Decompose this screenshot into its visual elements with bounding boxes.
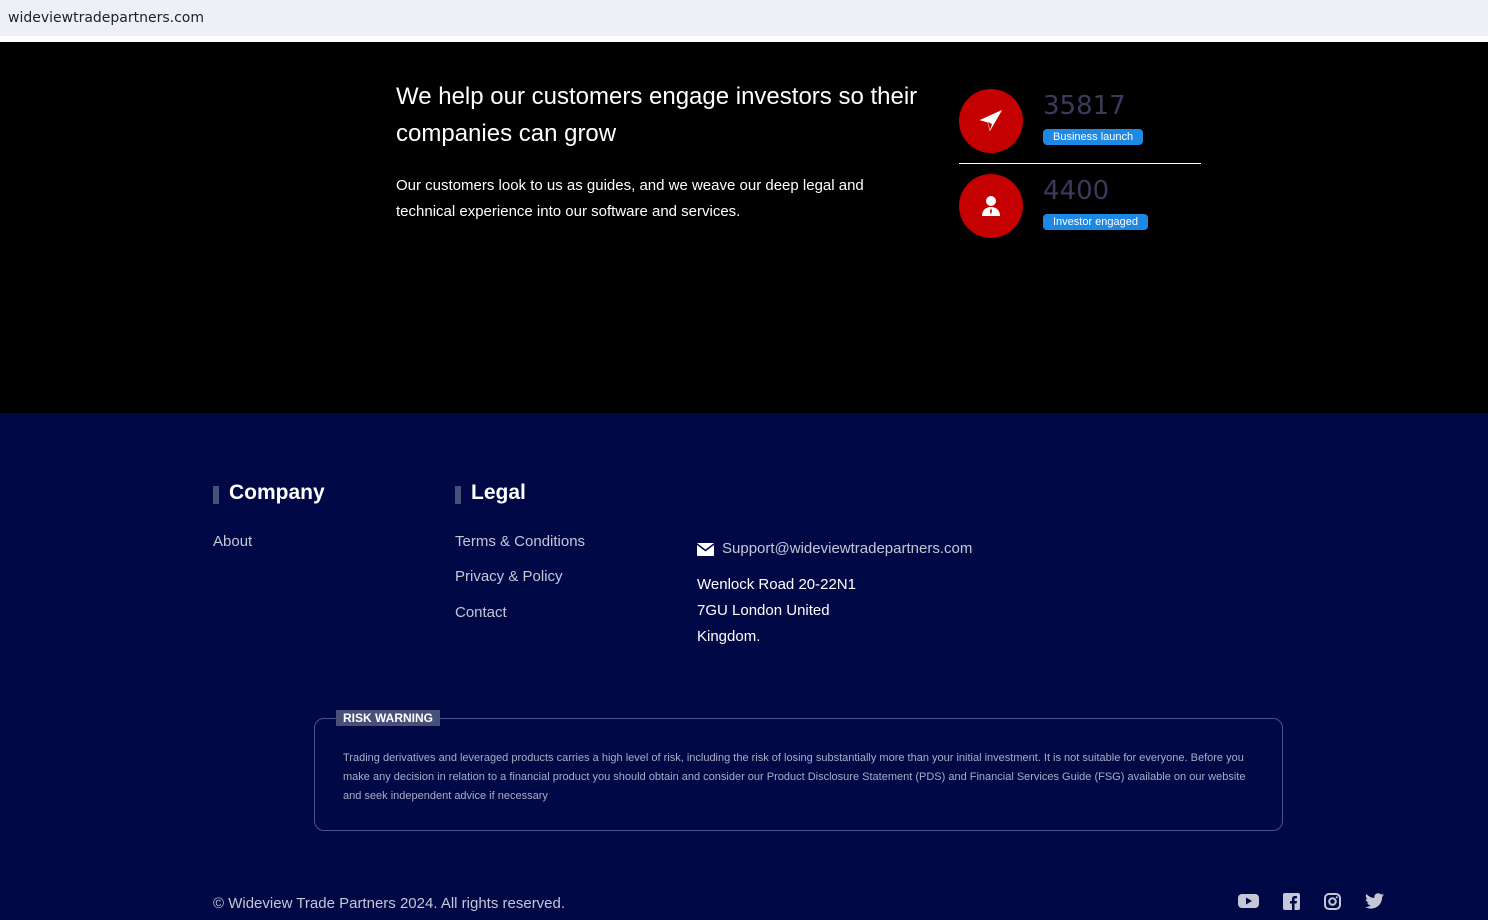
company-title: Company [213,481,325,505]
legal-title: Legal [455,481,526,505]
stat-icon-circle [959,174,1023,238]
stat-value: 4400 [1043,176,1110,206]
email-text: Support@wideviewtradepartners.com [722,540,973,557]
user-tie-icon [982,196,1000,216]
envelope-icon [696,542,715,556]
stat-badge: Investor engaged [1043,214,1149,230]
footer-link-terms[interactable]: Terms & Conditions [455,533,585,550]
youtube-icon[interactable] [1238,893,1259,914]
footer-link-privacy[interactable]: Privacy & Policy [455,568,563,585]
stat-divider [959,163,1201,164]
url-text: wideviewtradepartners.com [8,10,204,26]
footer-link-about[interactable]: About [213,533,252,550]
stat-business-launch: 35817 Business launch [959,89,1219,155]
instagram-icon[interactable] [1324,893,1341,915]
risk-warning-text: Trading derivatives and leveraged produc… [343,752,1246,802]
address-line: 7GU London United [697,602,830,619]
address: Wenlock Road 20-22N1 7GU London United K… [697,572,897,650]
address-line: Kingdom. [697,628,761,645]
risk-warning-label: RISK WARNING [336,710,440,726]
stat-icon-circle [959,89,1023,153]
twitter-icon[interactable] [1365,893,1384,914]
address-line: Wenlock Road 20-22N1 [697,576,856,593]
stat-value: 35817 [1043,91,1126,121]
hero-section: We help our customers engage investors s… [0,42,1488,413]
address-bar[interactable]: wideviewtradepartners.com [0,0,1488,37]
paper-plane-icon [979,109,1003,132]
risk-warning-box: Trading derivatives and leveraged produc… [314,718,1283,831]
stat-badge: Business launch [1043,129,1144,145]
stat-investor-engaged: 4400 Investor engaged [959,174,1219,240]
footer: Company About Legal Terms & Conditions P… [0,413,1488,920]
hero-paragraph: Our customers look to us as guides, and … [396,177,864,220]
contact-email[interactable]: Support@wideviewtradepartners.com [696,540,973,557]
hero-heading: We help our customers engage investors s… [396,83,918,147]
facebook-icon[interactable] [1283,893,1300,915]
footer-link-contact[interactable]: Contact [455,604,507,621]
copyright: © Wideview Trade Partners 2024. All righ… [213,895,566,912]
